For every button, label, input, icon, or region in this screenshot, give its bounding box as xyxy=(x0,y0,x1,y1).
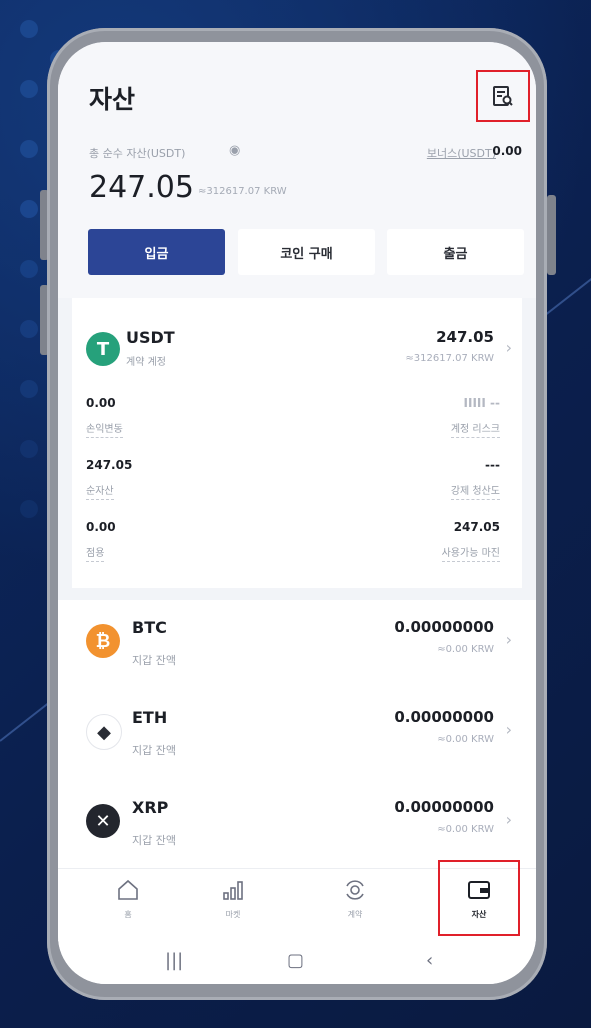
nav-label: 마켓 xyxy=(225,910,241,919)
bonus-label[interactable]: 보너스(USDT) xyxy=(427,145,496,161)
home-button-icon[interactable]: ▢ xyxy=(287,950,304,971)
app-screen: 자산 총 순수 자산(USDT) ◉ 보너스(USDT) 0.00 247.05… xyxy=(58,42,536,984)
stat-value: 0.00 xyxy=(86,396,116,410)
coin-sub: 지갑 잔액 xyxy=(132,834,176,847)
usdt-account-card[interactable]: T USDT 계약 계정 247.05 ≈312617.07 KRW › 0.0… xyxy=(72,298,522,588)
stat-label[interactable]: 사용가능 마진 xyxy=(441,544,500,562)
account-risk-value: IIIII -- xyxy=(463,396,500,410)
withdraw-button[interactable]: 출금 xyxy=(387,229,524,275)
system-nav-bar: ||| ▢ ‹ xyxy=(58,940,536,984)
usdt-name: USDT xyxy=(126,328,175,347)
stat-label[interactable]: 순자산 xyxy=(86,482,114,500)
btc-icon: ₿ xyxy=(86,624,120,658)
coin-krw: ≈0.00 KRW xyxy=(437,734,494,745)
chevron-right-icon: › xyxy=(505,810,512,829)
eth-icon: ◆ xyxy=(86,714,122,750)
list-item[interactable]: ✕ XRP 지갑 잔액 0.00000000 ≈0.00 KRW › xyxy=(72,780,522,868)
stat-value: 0.00 xyxy=(86,520,116,534)
coin-value: 0.00000000 xyxy=(394,798,494,816)
chevron-right-icon: › xyxy=(505,338,512,357)
usdt-icon: T xyxy=(86,332,120,366)
stat-value: 247.05 xyxy=(453,520,500,534)
eye-icon[interactable]: ◉ xyxy=(229,143,240,158)
usdt-krw: ≈312617.07 KRW xyxy=(405,353,494,364)
xrp-icon: ✕ xyxy=(86,804,120,838)
nav-item-contract[interactable]: 계약 xyxy=(320,877,390,920)
recent-apps-icon[interactable]: ||| xyxy=(165,950,183,971)
asset-summary: 자산 총 순수 자산(USDT) ◉ 보너스(USDT) 0.00 247.05… xyxy=(58,42,536,298)
phone-power-button xyxy=(547,195,556,275)
buy-coin-button[interactable]: 코인 구매 xyxy=(238,229,375,275)
coin-name: ETH xyxy=(132,708,168,727)
nav-label: 계약 xyxy=(347,910,363,919)
stat-label[interactable]: 계정 리스크 xyxy=(450,420,500,438)
coin-sub: 지갑 잔액 xyxy=(132,744,176,757)
net-asset-value: 247.05 xyxy=(89,170,194,205)
divider xyxy=(58,588,536,600)
bonus-value: 0.00 xyxy=(492,144,522,158)
stat-label[interactable]: 손익변동 xyxy=(86,420,123,438)
nav-item-home[interactable]: 홈 xyxy=(93,877,163,920)
stat-value: 247.05 xyxy=(86,458,133,472)
chevron-right-icon: › xyxy=(505,720,512,739)
list-item[interactable]: ₿ BTC 지갑 잔액 0.00000000 ≈0.00 KRW › xyxy=(72,600,522,690)
usdt-value: 247.05 xyxy=(436,328,494,346)
chevron-right-icon: › xyxy=(505,630,512,649)
usdt-sub: 계약 계정 xyxy=(126,357,166,368)
coin-value: 0.00000000 xyxy=(394,708,494,726)
home-icon xyxy=(118,879,138,900)
coin-list: ₿ BTC 지갑 잔액 0.00000000 ≈0.00 KRW › ◆ ETH… xyxy=(58,600,536,868)
back-icon[interactable]: ‹ xyxy=(426,950,433,971)
net-asset-krw: ≈312617.07 KRW xyxy=(198,186,287,197)
nav-label: 홈 xyxy=(124,910,132,919)
stat-label[interactable]: 점용 xyxy=(86,544,105,562)
history-button[interactable] xyxy=(476,70,530,122)
coin-value: 0.00000000 xyxy=(394,618,494,636)
coin-krw: ≈0.00 KRW xyxy=(437,644,494,655)
history-icon xyxy=(493,86,513,106)
stat-value: --- xyxy=(485,458,500,472)
deposit-button[interactable]: 입금 xyxy=(88,229,225,275)
page-title: 자산 xyxy=(89,85,136,114)
highlight-box xyxy=(438,860,520,936)
coin-name: XRP xyxy=(132,798,169,817)
list-item[interactable]: ◆ ETH 지갑 잔액 0.00000000 ≈0.00 KRW › xyxy=(72,690,522,780)
coin-sub: 지갑 잔액 xyxy=(132,654,176,667)
nav-item-market[interactable]: 마켓 xyxy=(198,877,268,920)
contract-icon xyxy=(346,880,364,900)
net-asset-label: 총 순수 자산(USDT) xyxy=(89,147,186,160)
coin-name: BTC xyxy=(132,618,167,637)
coin-krw: ≈0.00 KRW xyxy=(437,824,494,835)
stat-label[interactable]: 강제 청산도 xyxy=(450,482,500,500)
market-icon xyxy=(223,881,243,900)
